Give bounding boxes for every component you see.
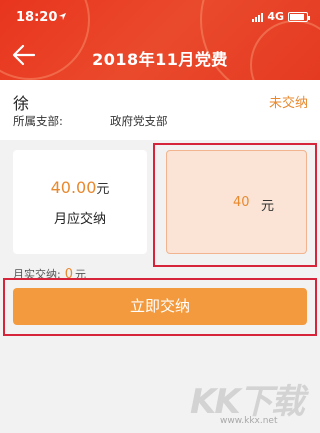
- pay-now-button[interactable]: 立即交纳: [13, 288, 307, 325]
- branch-label: 所属支部:: [13, 114, 63, 128]
- status-time: 18:20: [16, 10, 58, 25]
- due-amount-label: 月应交纳: [53, 212, 106, 227]
- due-amount-unit: 元: [96, 182, 110, 197]
- signal-icon: [252, 12, 264, 22]
- battery-icon: [288, 11, 310, 22]
- due-amount: 40.00元: [13, 178, 147, 197]
- header-bar: 18:20 4G 2018年11月党费: [0, 0, 320, 80]
- payment-amount-value[interactable]: 40: [233, 195, 250, 210]
- page-title: 2018年11月党费: [92, 50, 228, 69]
- user-name: 徐: [13, 94, 30, 113]
- branch-value: 政府党支部: [110, 114, 168, 128]
- watermark-logo: KK下载 www.kkx.net: [190, 374, 310, 432]
- due-amount-card: 40.00元 月应交纳: [13, 150, 147, 254]
- status-indicators: 4G: [252, 10, 310, 23]
- status-bar: 18:20 4G: [0, 0, 320, 34]
- payment-amount-input[interactable]: 40 元: [166, 150, 307, 254]
- network-type: 4G: [267, 10, 284, 23]
- watermark-url: www.kkx.net: [220, 416, 278, 426]
- due-amount-value: 40.00: [50, 178, 97, 197]
- location-arrow-icon: [58, 12, 67, 21]
- user-info: 徐 未交纳 所属支部: 政府党支部: [0, 80, 320, 140]
- payment-amount-unit: 元: [261, 199, 275, 214]
- status-badge: 未交纳: [268, 96, 308, 111]
